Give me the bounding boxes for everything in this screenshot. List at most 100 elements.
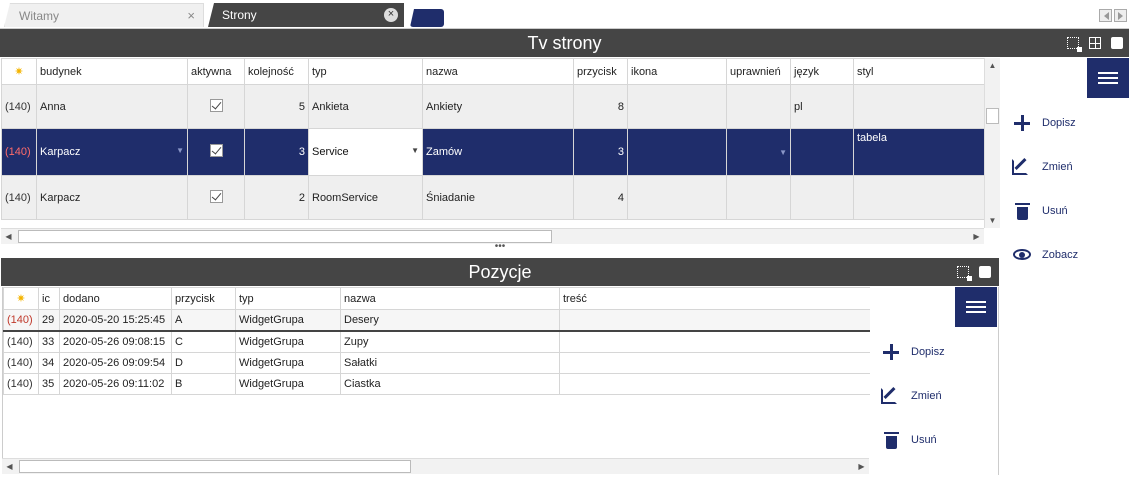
cell-ic[interactable]: 34 [38,352,60,374]
splitter-handle[interactable]: ••• [0,242,1000,256]
cell-przycisk[interactable]: 3 [573,128,628,176]
cell-jezyk[interactable] [790,175,854,220]
scroll-thumb[interactable] [986,108,999,124]
cell-ic[interactable]: 35 [38,373,60,395]
new-tab-button[interactable] [410,9,444,27]
cell-budynek[interactable]: Karpacz [36,175,188,220]
cell-dodano[interactable]: 2020-05-20 15:25:45 [59,309,172,332]
tab-strony[interactable]: Strony × [208,3,404,27]
delete-button[interactable]: Usuń [881,430,937,450]
table-row[interactable]: (140) 35 2020-05-26 09:11:02 B WidgetGru… [3,373,870,395]
close-icon[interactable]: × [187,4,195,27]
comment-icon[interactable] [979,266,991,278]
vertical-scrollbar[interactable]: ▲ ▼ [984,58,1000,228]
cell-kolejnosc[interactable]: 5 [244,84,309,129]
cell-ic[interactable]: 29 [38,309,60,332]
new-row-icon[interactable]: ✷ [1,58,37,85]
column-header[interactable]: uprawnień [726,58,791,85]
select-icon[interactable] [957,266,972,281]
cell-aktywna[interactable] [187,128,245,176]
checkbox[interactable] [209,144,223,157]
cell-przycisk[interactable]: B [171,373,236,395]
chevron-down-icon[interactable]: ▼ [411,146,419,155]
column-header[interactable]: język [790,58,854,85]
cell-tresc[interactable] [559,373,870,395]
layout-icon[interactable] [1089,37,1101,49]
new-row-icon[interactable]: ✷ [3,287,39,310]
cell-nazwa[interactable]: Zamów [422,128,574,176]
cell-nazwa[interactable]: Ankiety [422,84,574,129]
column-header[interactable]: typ [235,287,341,310]
add-button[interactable]: Dopisz [881,342,945,362]
cell-ic[interactable]: 33 [38,330,60,353]
cell-dodano[interactable]: 2020-05-26 09:09:54 [59,352,172,374]
table-row[interactable]: (140) 33 2020-05-26 09:08:15 C WidgetGru… [3,330,870,353]
cell-uprawnien[interactable] [726,84,791,129]
cell-styl[interactable]: tabela [853,128,984,176]
cell-typ[interactable]: WidgetGrupa [235,330,341,353]
scroll-left-icon[interactable]: ◀ [2,230,15,243]
checkbox[interactable] [209,189,223,203]
column-header[interactable]: treść [559,287,870,310]
horizontal-scrollbar[interactable]: ◀ ▶ [2,458,869,474]
cell-ikona[interactable] [627,84,727,129]
cell-styl[interactable] [853,175,984,220]
table-row[interactable]: (140) 34 2020-05-26 09:09:54 D WidgetGru… [3,352,870,374]
scroll-tabs-right-icon[interactable] [1114,9,1127,22]
cell-tresc[interactable] [559,330,870,353]
horizontal-scrollbar[interactable]: ◀ ▶ [1,228,984,244]
edit-button[interactable]: Zmień [881,386,942,406]
cell-aktywna[interactable] [187,84,245,129]
cell-przycisk[interactable]: 4 [573,175,628,220]
column-header[interactable]: ic [38,287,60,310]
table-row[interactable]: (140) Karpacz 2 RoomService Śniadanie 4 [1,175,984,220]
column-header[interactable]: przycisk [171,287,236,310]
select-icon[interactable] [1067,37,1082,52]
cell-budynek[interactable]: Karpacz ▼ [36,128,188,176]
view-button[interactable]: Zobacz [1012,245,1078,265]
cell-dodano[interactable]: 2020-05-26 09:08:15 [59,330,172,353]
cell-aktywna[interactable] [187,175,245,220]
column-header[interactable]: budynek [36,58,188,85]
cell-typ-editor[interactable]: Service ▼ [308,128,423,176]
cell-typ[interactable]: RoomService [308,175,423,220]
scroll-left-icon[interactable]: ◀ [3,460,16,473]
add-button[interactable]: Dopisz [1012,113,1076,133]
column-header[interactable]: aktywna [187,58,245,85]
cell-nazwa[interactable]: Desery [340,309,560,332]
menu-button[interactable] [955,287,997,327]
cell-ikona[interactable] [627,175,727,220]
cell-przycisk[interactable]: 8 [573,84,628,129]
tab-witamy[interactable]: Witamy × [4,3,204,27]
checkbox[interactable] [209,98,223,112]
table-row[interactable]: (140) 29 2020-05-20 15:25:45 A WidgetGru… [3,309,870,332]
cell-uprawnien[interactable] [726,175,791,220]
scroll-right-icon[interactable]: ▶ [855,460,868,473]
column-header[interactable]: ikona [627,58,727,85]
cell-przycisk[interactable]: A [171,309,236,332]
column-header[interactable]: nazwa [340,287,560,310]
scroll-thumb[interactable] [19,460,411,473]
edit-button[interactable]: Zmień [1012,157,1073,177]
cell-nazwa[interactable]: Ciastka [340,373,560,395]
column-header[interactable]: dodano [59,287,172,310]
column-header[interactable]: kolejność [244,58,309,85]
cell-kolejnosc[interactable]: 3 [244,128,309,176]
chevron-down-icon[interactable]: ▼ [176,146,184,155]
cell-kolejnosc[interactable]: 2 [244,175,309,220]
column-header[interactable]: nazwa [422,58,574,85]
scroll-thumb[interactable] [18,230,552,243]
cell-typ[interactable]: WidgetGrupa [235,352,341,374]
scroll-down-icon[interactable]: ▼ [986,214,999,227]
cell-uprawnien[interactable]: ▼ [726,128,791,176]
cell-jezyk[interactable]: pl [790,84,854,129]
table-row[interactable]: (140) Anna 5 Ankieta Ankiety 8 pl [1,84,984,129]
cell-ikona[interactable] [627,128,727,176]
table-row-selected[interactable]: (140) Karpacz ▼ 3 Service ▼ Zamów 3 ▼ tabe… [1,128,984,176]
cell-jezyk[interactable] [790,128,854,176]
cell-nazwa[interactable]: Sałatki [340,352,560,374]
cell-tresc[interactable] [559,309,870,332]
column-header[interactable]: typ [308,58,423,85]
close-icon[interactable]: × [384,8,398,22]
cell-budynek[interactable]: Anna [36,84,188,129]
